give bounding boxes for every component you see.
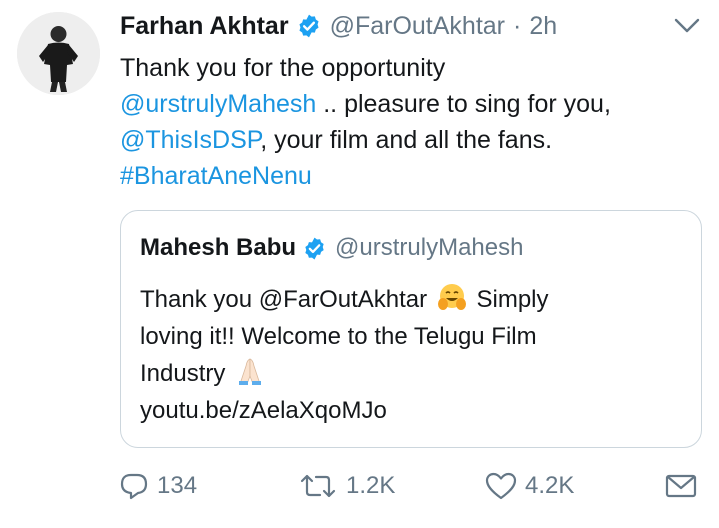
retweet-count: 1.2K — [346, 472, 396, 499]
tweet-text-line: Thank you for the opportunity — [120, 50, 710, 86]
hashtag-link[interactable]: #BharatAneNenu — [120, 162, 312, 190]
tweet-text-segment: Thank you for the opportunity — [120, 54, 446, 82]
like-button[interactable]: 4.2K — [485, 466, 574, 506]
quoted-line-3: Industry — [140, 355, 685, 392]
tweet-text-line: @ThisIsDSP, your film and all the fans. — [120, 122, 710, 158]
mention-link[interactable]: @ThisIsDSP — [120, 126, 260, 154]
author-avatar[interactable] — [17, 12, 100, 95]
like-count: 4.2K — [525, 472, 575, 499]
avatar-image — [17, 12, 100, 95]
mention-link[interactable]: @urstrulyMahesh — [120, 90, 316, 118]
quoted-text-segment: Industry — [140, 360, 233, 387]
tweet-text-line: @urstrulyMahesh .. pleasure to sing for … — [120, 86, 710, 122]
quoted-line-2: loving it!! Welcome to the Telugu Film — [140, 323, 537, 350]
tweet-body: Thank you for the opportunity @urstrulyMa… — [120, 50, 710, 194]
quoted-tweet-card[interactable]: Mahesh Babu @urstrulyMahesh Thank you @F… — [120, 210, 702, 448]
tweet-text-segment: , your film and all the fans. — [260, 126, 553, 154]
quoted-tweet-header: Mahesh Babu @urstrulyMahesh — [140, 231, 523, 265]
chevron-down-icon[interactable] — [672, 14, 702, 38]
reply-button[interactable]: 134 — [119, 466, 197, 506]
direct-message-button[interactable] — [664, 466, 698, 506]
like-heart-icon — [485, 472, 517, 500]
tweet-text-line: #BharatAneNenu — [120, 158, 710, 194]
quoted-author-name: Mahesh Babu — [140, 234, 297, 261]
author-handle[interactable]: @FarOutAkhtar — [330, 12, 505, 41]
author-name[interactable]: Farhan Akhtar — [120, 12, 289, 41]
quoted-line-1: Thank you @FarOutAkhtar Simply — [140, 281, 685, 318]
tweet-actions-bar: 134 1.2K 4.2K — [0, 466, 719, 506]
quoted-text-segment: Simply — [469, 286, 549, 313]
tweet-timestamp[interactable]: 2h — [529, 12, 557, 41]
quoted-link[interactable]: youtu.be/zAelaXqoMJo — [140, 392, 685, 429]
quoted-tweet-body: Thank you @FarOutAkhtar Simply loving it… — [140, 281, 685, 429]
header-separator: · — [513, 11, 522, 40]
verified-badge-icon — [296, 13, 322, 39]
direct-message-icon — [665, 474, 697, 498]
retweet-button[interactable]: 1.2K — [298, 466, 395, 506]
retweet-icon — [300, 474, 336, 498]
folded-hands-emoji-icon — [234, 356, 266, 386]
hugging-face-emoji-icon — [436, 282, 468, 312]
verified-badge-icon — [302, 236, 327, 261]
tweet-text-segment: .. pleasure to sing for you, — [316, 90, 611, 118]
tweet-header: Farhan Akhtar @FarOutAkhtar · 2h — [120, 8, 557, 44]
reply-count: 134 — [157, 472, 198, 499]
quoted-author-handle: @urstrulyMahesh — [335, 234, 524, 261]
reply-icon — [120, 473, 148, 500]
quoted-text-segment: Thank you @FarOutAkhtar — [140, 286, 434, 313]
